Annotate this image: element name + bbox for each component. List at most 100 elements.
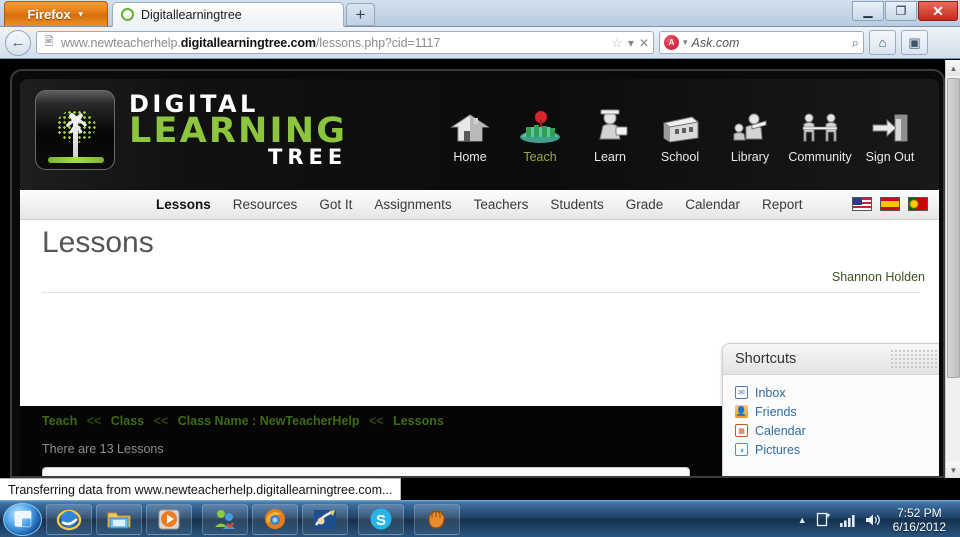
start-button[interactable] [3,502,42,536]
nav-item-community[interactable]: Community [785,103,855,164]
search-bar[interactable]: A ▾ Ask.com ⌕ [659,31,864,54]
status-text: Transferring data from www.newteacherhel… [0,478,402,500]
index-row[interactable]: Index [42,467,690,476]
bookmarks-toolbar-button[interactable]: ▣ [901,30,928,55]
maximize-button[interactable]: ❐ [885,1,917,21]
shortcut-inbox[interactable]: ✉ Inbox [735,383,939,402]
menu-item-lessons[interactable]: Lessons [156,197,211,212]
english-us-flag-icon[interactable] [852,197,872,211]
back-button[interactable]: ← [5,29,31,56]
firefox-menu-label: Firefox [27,6,71,22]
menu-item-got-it[interactable]: Got It [319,197,352,212]
nav-label: School [660,150,700,164]
home-button[interactable]: ⌂ [869,30,896,55]
system-tray: ▲ 7:52 PM 6/16/2012 [798,501,960,537]
breadcrumb-item-teach[interactable]: Teach [42,414,77,428]
scroll-down-arrow-icon[interactable]: ▼ [946,462,960,478]
page-frame: DIGITAL LEARNING TREE Home Teach Learn S… [10,69,945,478]
nav-item-learn[interactable]: Learn [575,103,645,164]
nav-item-teach[interactable]: Teach [505,103,575,164]
menu-item-report[interactable]: Report [762,197,803,212]
volume-icon[interactable] [865,513,881,527]
new-tab-button[interactable]: + [346,3,375,26]
house-icon [450,103,490,145]
menu-item-students[interactable]: Students [550,197,603,212]
menu-item-calendar[interactable]: Calendar [685,197,740,212]
network-signal-icon[interactable] [839,513,856,527]
search-icon[interactable]: ⌕ [852,35,859,51]
taskbar-paint[interactable] [302,503,348,535]
breadcrumb-item-class[interactable]: Class [111,414,144,428]
shortcuts-list: ✉ Inbox 👤 Friends ▦ Calendar ◑ Pictures [723,375,939,476]
search-input[interactable]: Ask.com [692,36,848,50]
windows-taskbar: S ▲ 7:52 PM 6/16/2012 [0,500,960,537]
action-center-icon[interactable] [816,512,831,527]
taskbar-internet-explorer[interactable] [46,503,92,535]
breadcrumb-item-lessons[interactable]: Lessons [393,414,444,428]
nav-item-library[interactable]: Library [715,103,785,164]
taskbar-skype[interactable]: S [358,503,404,535]
taskbar-messenger[interactable] [202,503,248,535]
drag-handle-dots-icon[interactable] [890,349,939,370]
address-bar[interactable]: 🖹 www.newteacherhelp.digitallearningtree… [36,31,654,54]
bookmarks-icon: ▣ [908,34,921,50]
chevron-down-icon[interactable]: ▾ [683,37,688,48]
url-text: www.newteacherhelp.digitallearningtree.c… [61,36,607,50]
stop-close-icon[interactable]: ✕ [639,36,649,50]
taskbar-firefox[interactable] [252,503,298,535]
shortcut-friends[interactable]: 👤 Friends [735,402,939,421]
menu-item-resources[interactable]: Resources [233,197,298,212]
nav-label: Library [730,150,770,164]
nav-label: Sign Out [865,150,915,164]
browser-tab[interactable]: Digitallearningtree [112,2,344,27]
close-icon: ✕ [932,2,944,19]
menu-item-teachers[interactable]: Teachers [474,197,529,212]
breadcrumb-item-class-name[interactable]: Class Name : NewTeacherHelp [178,414,360,428]
minimize-button[interactable]: ▁ [852,1,884,21]
firefox-menu-button[interactable]: Firefox ▼ [4,1,108,26]
windows-logo-icon [14,510,32,528]
exit-door-icon [869,103,911,145]
taskbar-clock[interactable]: 7:52 PM 6/16/2012 [893,506,952,534]
nav-item-sign-out[interactable]: Sign Out [855,103,925,164]
menu-item-assignments[interactable]: Assignments [374,197,451,212]
url-domain: digitallearningtree.com [180,35,316,50]
scrollbar-thumb[interactable] [947,78,960,378]
portuguese-flag-icon[interactable] [908,197,928,211]
page-scrollbar[interactable]: ▲ ▼ [945,60,960,478]
nav-label: Home [453,150,487,164]
site-header: DIGITAL LEARNING TREE Home Teach Learn S… [20,79,939,190]
shortcut-pictures[interactable]: ◑ Pictures [735,440,939,459]
chevron-down-icon[interactable]: ▾ [628,36,634,50]
nav-item-school[interactable]: School [645,103,715,164]
tree-logo-icon [35,90,115,170]
breadcrumb: Teach << Class << Class Name : NewTeache… [42,414,444,428]
menu-item-grade[interactable]: Grade [626,197,664,212]
shortcuts-widget: Shortcuts ✉ Inbox 👤 Friends ▦ Calendar ◑… [722,343,939,476]
media-player-icon [156,507,182,532]
scroll-up-arrow-icon[interactable]: ▲ [946,60,960,76]
taskbar-gimp[interactable] [414,503,460,535]
spanish-flag-icon[interactable] [880,197,900,211]
browser-titlebar: Firefox ▼ Digitallearningtree + ▁ ❐ ✕ [0,0,960,27]
breadcrumb-separator: << [86,414,102,428]
friends-icon: 👤 [735,405,748,418]
shortcut-label: Calendar [755,423,806,438]
site-logo[interactable]: DIGITAL LEARNING TREE [35,90,347,170]
file-explorer-icon [106,507,132,532]
taskbar-media-player[interactable] [146,503,192,535]
skype-icon: S [368,507,394,532]
close-button[interactable]: ✕ [918,1,958,21]
bookmark-star-icon[interactable]: ☆ [611,35,623,51]
back-arrow-icon: ← [10,34,26,51]
school-building-icon [658,103,702,145]
shortcut-calendar[interactable]: ▦ Calendar [735,421,939,440]
nav-item-home[interactable]: Home [435,103,505,164]
show-hidden-icons-button[interactable]: ▲ [798,515,807,525]
minimize-icon: ▁ [863,4,873,18]
nav-label: Community [788,150,852,164]
lesson-count-text: There are 13 Lessons [42,442,164,456]
shortcuts-header: Shortcuts [723,344,939,375]
taskbar-file-explorer[interactable] [96,503,142,535]
nav-label: Learn [594,150,626,164]
